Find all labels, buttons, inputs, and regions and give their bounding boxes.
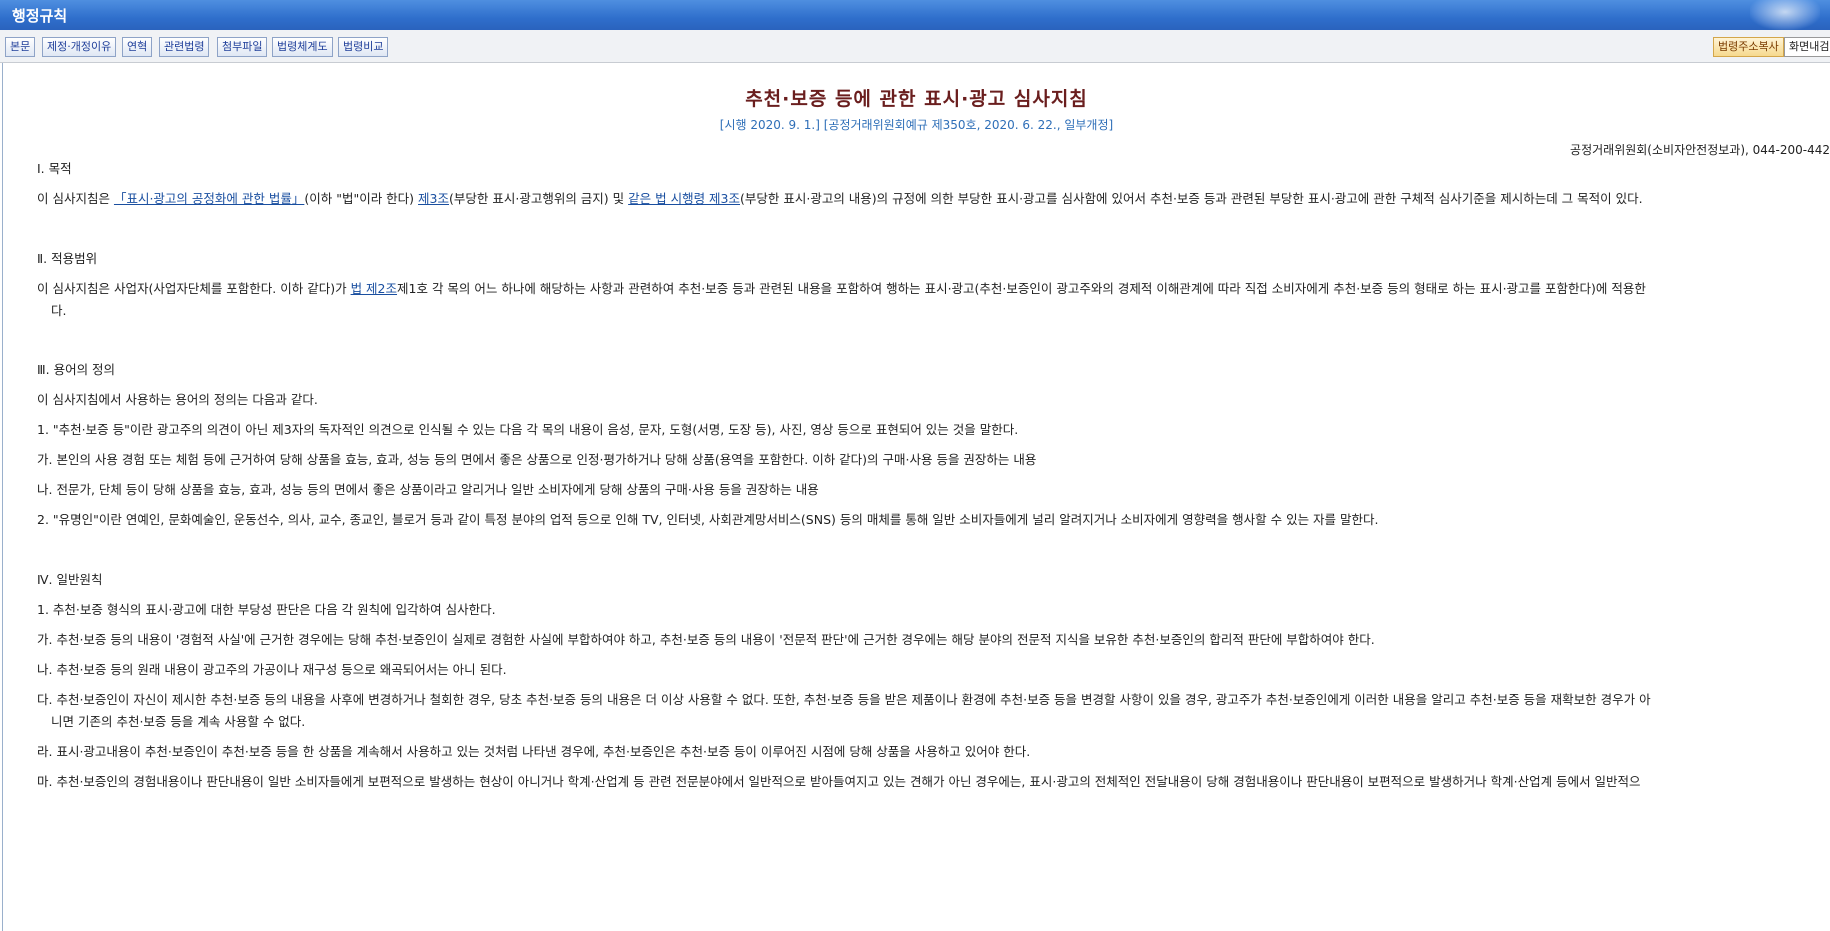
window-title: 행정규칙 bbox=[12, 7, 68, 25]
definition-item-1-na: 나. 전문가, 단체 등이 당해 상품을 효능, 효과, 성능 등의 면에서 좋… bbox=[37, 482, 819, 497]
window-titlebar: 행정규칙 bbox=[0, 0, 1830, 30]
principle-ma: 마. 추천·보증인의 경험내용이나 판단내용이 일반 소비자들에게 보편적으로 … bbox=[37, 774, 1641, 789]
article-2-link[interactable]: 법 제2조 bbox=[351, 281, 397, 296]
principle-item-1: 1. 추천·보증 형식의 표시·광고에 대한 부당성 판단은 다음 각 원칙에 … bbox=[37, 602, 496, 617]
page-title: 추천·보증 등에 관한 표시·광고 심사지침 bbox=[745, 88, 1088, 110]
definition-item-2: 2. "유명인"이란 연예인, 문화예술인, 운동선수, 의사, 교수, 종교인… bbox=[37, 512, 1379, 527]
section-2-heading: Ⅱ. 적용범위 bbox=[37, 251, 98, 266]
principle-da-continued: 니면 기존의 추천·보증 등을 계속 사용할 수 없다. bbox=[51, 714, 306, 729]
toolbar: 본문 제정·개정이유 연혁 관련법령 첨부파일 법령체계도 법령비교 법령주소복… bbox=[0, 30, 1830, 63]
section-3-heading: Ⅲ. 용어의 정의 bbox=[37, 362, 116, 377]
text: 제1호 각 목의 어느 하나에 해당하는 사항과 관련하여 추천·보증 등과 관… bbox=[397, 281, 1646, 296]
tab-law-compare[interactable]: 법령비교 bbox=[338, 37, 389, 57]
section-1-paragraph: 이 심사지침은 「표시·광고의 공정화에 관한 법률」(이하 "법"이라 한다)… bbox=[37, 187, 1827, 211]
text: (이하 "법"이라 한다) bbox=[304, 191, 419, 206]
article-3-link[interactable]: 제3조 bbox=[418, 191, 449, 206]
document-body: 추천·보증 등에 관한 표시·광고 심사지침 [시행 2020. 9. 1.] … bbox=[2, 63, 1830, 931]
tab-main-text[interactable]: 본문 bbox=[5, 37, 36, 57]
principle-na: 나. 추천·보증 등의 원래 내용이 광고주의 가공이나 재구성 등으로 왜곡되… bbox=[37, 662, 507, 677]
copy-address-button[interactable]: 법령주소복사 bbox=[1713, 37, 1784, 57]
principle-ra: 라. 표시·광고내용이 추천·보증인이 추천·보증 등을 한 상품을 계속해서 … bbox=[37, 744, 1031, 759]
tab-law-structure[interactable]: 법령체계도 bbox=[272, 37, 333, 57]
department-contact: 공정거래위원회(소비자안전정보과), 044-200-442 bbox=[1570, 143, 1830, 157]
decree-article-3-link[interactable]: 같은 법 시행령 제3조 bbox=[628, 191, 740, 206]
section-3-intro: 이 심사지침에서 사용하는 용어의 정의는 다음과 같다. bbox=[37, 392, 318, 407]
section-2-paragraph: 이 심사지침은 사업자(사업자단체를 포함한다. 이하 같다)가 법 제2조제1… bbox=[37, 277, 1827, 301]
text: 이 심사지침은 사업자(사업자단체를 포함한다. 이하 같다)가 bbox=[37, 281, 351, 296]
section-4-heading: Ⅳ. 일반원칙 bbox=[37, 572, 103, 587]
definition-item-1: 1. "추천·보증 등"이란 광고주의 의견이 아닌 제3자의 독자적인 의견으… bbox=[37, 422, 1019, 437]
tab-revision-reason[interactable]: 제정·개정이유 bbox=[42, 37, 117, 57]
law-link[interactable]: 「표시·광고의 공정화에 관한 법률」 bbox=[114, 191, 304, 206]
tab-attachments[interactable]: 첨부파일 bbox=[217, 37, 268, 57]
screen-search-button[interactable]: 화면내검 bbox=[1784, 37, 1830, 57]
definition-item-1-ga: 가. 본인의 사용 경험 또는 체험 등에 근거하여 당해 상품을 효능, 효과… bbox=[37, 452, 1037, 467]
tab-related-laws[interactable]: 관련법령 bbox=[159, 37, 210, 57]
principle-da: 다. 추천·보증인이 자신이 제시한 추천·보증 등의 내용을 사후에 변경하거… bbox=[37, 692, 1651, 707]
text: 이 심사지침은 bbox=[37, 191, 114, 206]
titlebar-blurred-area bbox=[1750, 0, 1820, 30]
text: (부당한 표시·광고의 내용)의 규정에 의한 부당한 표시·광고를 심사함에 … bbox=[740, 191, 1643, 206]
principle-ga: 가. 추천·보증 등의 내용이 '경험적 사실'에 근거한 경우에는 당해 추천… bbox=[37, 632, 1375, 647]
enforcement-info: [시행 2020. 9. 1.] [공정거래위원회예규 제350호, 2020.… bbox=[719, 118, 1114, 132]
section-1-heading: Ⅰ. 목적 bbox=[37, 161, 72, 176]
tab-history[interactable]: 연혁 bbox=[122, 37, 153, 57]
text: (부당한 표시·광고행위의 금지) 및 bbox=[449, 191, 629, 206]
section-2-paragraph-continued: 다. bbox=[51, 303, 67, 318]
